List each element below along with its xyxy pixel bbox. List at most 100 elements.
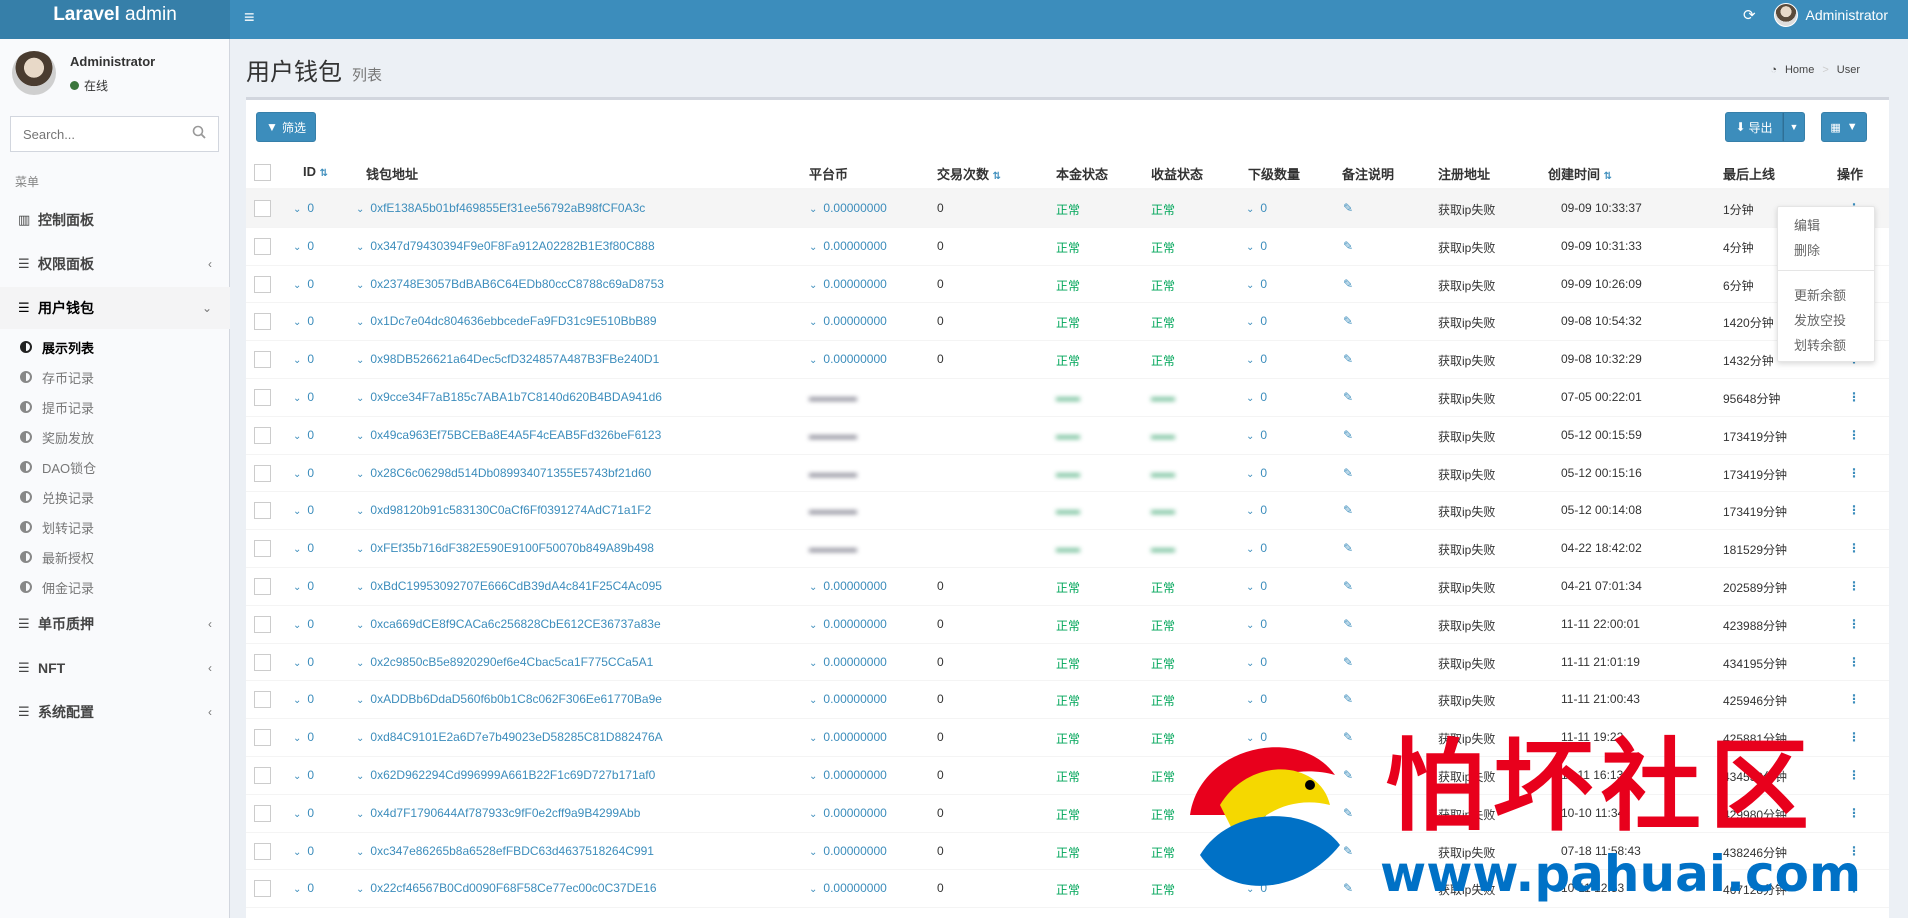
row-id[interactable]: ⌄ 0 xyxy=(293,428,314,442)
row-checkbox[interactable] xyxy=(254,842,271,860)
sort-icon[interactable]: ⇅ xyxy=(320,168,328,179)
row-coin[interactable]: ⌄ 0.00000000 xyxy=(809,768,887,782)
row-sub-count[interactable]: ⌄ 0 xyxy=(1246,503,1267,517)
row-more-icon[interactable]: ⋮ xyxy=(1848,579,1860,593)
sort-icon[interactable]: ⇅ xyxy=(993,171,1001,182)
airdrop-menu-item[interactable]: 发放空投 xyxy=(1794,310,1846,329)
row-address[interactable]: ⌄ 0x347d79430394F9e0F8Fa912A02282B1E3f80C… xyxy=(356,239,655,253)
row-coin[interactable]: ⌄ 0.00000000 xyxy=(809,730,887,744)
edit-remark-icon[interactable]: ✎ xyxy=(1343,768,1353,782)
row-id[interactable]: ⌄ 0 xyxy=(293,692,314,706)
edit-remark-icon[interactable]: ✎ xyxy=(1343,277,1353,291)
row-more-icon[interactable]: ⋮ xyxy=(1848,655,1860,669)
row-sub-count[interactable]: ⌄ 0 xyxy=(1246,541,1267,555)
row-checkbox[interactable] xyxy=(254,237,271,255)
select-all-checkbox[interactable] xyxy=(254,164,271,181)
refresh-icon[interactable]: ⟳ xyxy=(1743,6,1756,24)
edit-remark-icon[interactable]: ✎ xyxy=(1343,881,1353,895)
delete-menu-item[interactable]: 删除 xyxy=(1794,240,1820,259)
row-sub-count[interactable]: ⌄ 0 xyxy=(1246,201,1267,215)
row-sub-count[interactable]: ⌄ 0 xyxy=(1246,314,1267,328)
row-sub-count[interactable]: ⌄ 0 xyxy=(1246,390,1267,404)
app-logo[interactable]: Laravel admin xyxy=(0,0,230,39)
row-address[interactable]: ⌄ 0x28C6c06298d514Db089934071355E5743bf21… xyxy=(356,466,651,480)
col-trades[interactable]: 交易次数 ⇅ xyxy=(937,164,1001,183)
row-id[interactable]: ⌄ 0 xyxy=(293,466,314,480)
row-coin[interactable]: ⌄ 0.00000000 xyxy=(809,692,887,706)
row-checkbox[interactable] xyxy=(254,653,271,671)
sidebar-item-permissions[interactable]: ☰ 权限面板 ‹ xyxy=(0,243,230,285)
row-id[interactable]: ⌄ 0 xyxy=(293,844,314,858)
row-coin[interactable]: ⌄ 0.00000000 xyxy=(809,655,887,669)
menu-toggle-icon[interactable]: ≡ xyxy=(244,7,255,28)
row-checkbox[interactable] xyxy=(254,351,271,369)
edit-remark-icon[interactable]: ✎ xyxy=(1343,466,1353,480)
row-address[interactable]: ⌄ 0xBdC19953092707E666CdB39dA4c841F25C4Ac… xyxy=(356,579,662,593)
row-more-icon[interactable]: ⋮ xyxy=(1848,541,1860,555)
row-checkbox[interactable] xyxy=(254,766,271,784)
row-coin[interactable]: ⌄ 0.00000000 xyxy=(809,352,887,366)
row-address[interactable]: ⌄ 0xd98120b91c583130C0aCf6Ff0391274AdC71a… xyxy=(356,503,651,517)
search-input[interactable] xyxy=(11,117,181,151)
row-checkbox[interactable] xyxy=(254,729,271,747)
export-dropdown-button[interactable]: ▼ xyxy=(1783,112,1805,142)
col-id[interactable]: ID ⇅ xyxy=(303,164,328,179)
row-sub-count[interactable]: ⌄ 0 xyxy=(1246,844,1267,858)
row-coin[interactable]: ⌄ 0.00000000 xyxy=(809,239,887,253)
row-coin[interactable]: ⌄ 0.00000000 xyxy=(809,579,887,593)
edit-remark-icon[interactable]: ✎ xyxy=(1343,314,1353,328)
row-id[interactable]: ⌄ 0 xyxy=(293,201,314,215)
row-id[interactable]: ⌄ 0 xyxy=(293,655,314,669)
sidebar-item-settings[interactable]: ☰ 系统配置 ‹ xyxy=(0,691,230,733)
edit-remark-icon[interactable]: ✎ xyxy=(1343,844,1353,858)
row-id[interactable]: ⌄ 0 xyxy=(293,390,314,404)
row-address[interactable]: ⌄ 0x22cf46567B0Cd0090F68F58Ce77ec00c0C37D… xyxy=(356,881,657,895)
update-balance-menu-item[interactable]: 更新余额 xyxy=(1794,285,1846,304)
filter-button[interactable]: ▼ 筛选 xyxy=(256,112,316,142)
row-id[interactable]: ⌄ 0 xyxy=(293,730,314,744)
row-address[interactable]: ⌄ 0xFEf35b716dF382E590E9100F50070b849A89b… xyxy=(356,541,654,555)
row-sub-count[interactable]: ⌄ 0 xyxy=(1246,277,1267,291)
row-address[interactable]: ⌄ 0xADDBb6DdaD560f6b0b1C8c062F306Ee61770B… xyxy=(356,692,662,706)
edit-remark-icon[interactable]: ✎ xyxy=(1343,541,1353,555)
row-address[interactable]: ⌄ 0x23748E3057BdBAB6C64EDb80ccC8788c69aD8… xyxy=(356,277,664,291)
breadcrumb-home[interactable]: Home xyxy=(1785,64,1814,76)
sidebar-sub-exchange[interactable]: 兑换记录 xyxy=(0,482,230,512)
row-coin[interactable]: ⌄ 0.00000000 xyxy=(809,314,887,328)
sidebar-sub-list[interactable]: 展示列表 xyxy=(0,332,230,362)
row-more-icon[interactable]: ⋮ xyxy=(1848,617,1860,631)
sidebar-item-dashboard[interactable]: ▥ 控制面板 xyxy=(0,199,230,241)
row-more-icon[interactable]: ⋮ xyxy=(1848,692,1860,706)
sidebar-sub-transfer[interactable]: 划转记录 xyxy=(0,512,230,542)
row-checkbox[interactable] xyxy=(254,464,271,482)
edit-remark-icon[interactable]: ✎ xyxy=(1343,692,1353,706)
row-address[interactable]: ⌄ 0x9cce34F7aB185c7ABA1b7C8140d620B4BDA94… xyxy=(356,390,662,404)
row-more-icon[interactable]: ⋮ xyxy=(1848,806,1860,820)
row-checkbox[interactable] xyxy=(254,200,271,217)
row-coin[interactable]: ⌄ 0.00000000 xyxy=(809,806,887,820)
row-coin[interactable]: ⌄ 0.00000000 xyxy=(809,881,887,895)
row-id[interactable]: ⌄ 0 xyxy=(293,277,314,291)
row-checkbox[interactable] xyxy=(254,577,271,595)
row-id[interactable]: ⌄ 0 xyxy=(293,541,314,555)
row-sub-count[interactable]: ⌄ 0 xyxy=(1246,730,1267,744)
row-checkbox[interactable] xyxy=(254,540,271,558)
row-address[interactable]: ⌄ 0xc347e86265b8a6528efFBDC63d4637518264C… xyxy=(356,844,654,858)
sidebar-item-staking[interactable]: ☰ 单币质押 ‹ xyxy=(0,603,230,645)
row-sub-count[interactable]: ⌄ 0 xyxy=(1246,768,1267,782)
edit-menu-item[interactable]: 编辑 xyxy=(1794,215,1820,234)
row-coin[interactable]: ⌄ 0.00000000 xyxy=(809,617,887,631)
sidebar-sub-reward[interactable]: 奖励发放 xyxy=(0,422,230,452)
row-id[interactable]: ⌄ 0 xyxy=(293,239,314,253)
edit-remark-icon[interactable]: ✎ xyxy=(1343,617,1353,631)
row-address[interactable]: ⌄ 0x98DB526621a64Dec5cfD324857A487B3FBe24… xyxy=(356,352,659,366)
row-checkbox[interactable] xyxy=(254,313,271,331)
row-coin[interactable]: ⌄ 0.00000000 xyxy=(809,277,887,291)
row-checkbox[interactable] xyxy=(254,615,271,633)
row-more-icon[interactable]: ⋮ xyxy=(1848,730,1860,744)
row-checkbox[interactable] xyxy=(254,502,271,520)
row-id[interactable]: ⌄ 0 xyxy=(293,503,314,517)
row-sub-count[interactable]: ⌄ 0 xyxy=(1246,466,1267,480)
row-more-icon[interactable]: ⋮ xyxy=(1848,503,1860,517)
col-created[interactable]: 创建时间 ⇅ xyxy=(1548,164,1612,183)
